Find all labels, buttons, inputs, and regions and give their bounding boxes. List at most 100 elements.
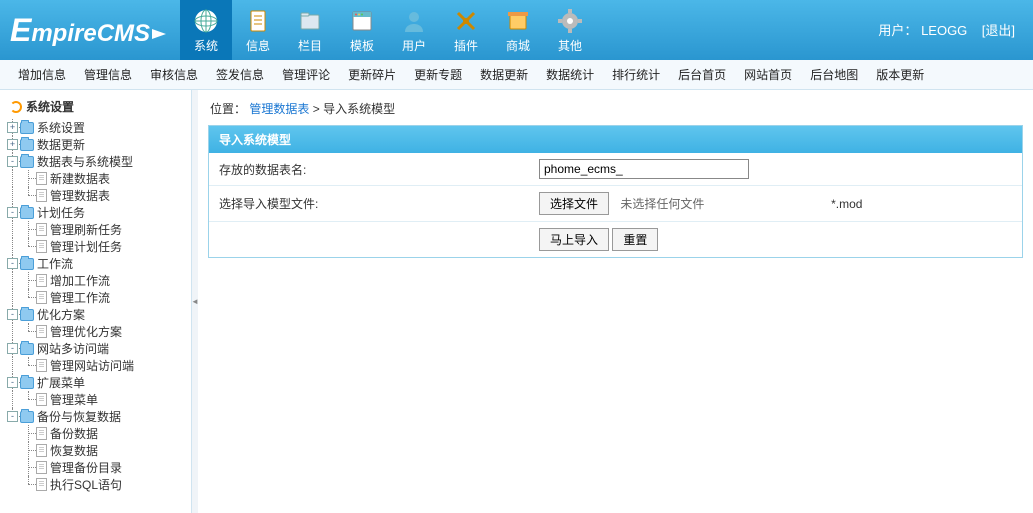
form-panel: 导入系统模型 存放的数据表名: 选择导入模型文件: 选择文件 未选择任何文件: [208, 125, 1023, 258]
subnav-item[interactable]: 数据更新: [480, 66, 528, 83]
breadcrumb-link[interactable]: 管理数据表: [249, 102, 309, 116]
subnav-item[interactable]: 后台地图: [810, 66, 858, 83]
file-icon: [36, 478, 47, 491]
tree-file[interactable]: 管理工作流: [4, 289, 191, 306]
subnav-item[interactable]: 管理评论: [282, 66, 330, 83]
tree-folder[interactable]: -备份与恢复数据: [4, 408, 191, 425]
choose-file-button[interactable]: 选择文件: [539, 192, 609, 215]
tree-file[interactable]: 备份数据: [4, 425, 191, 442]
subnav-item[interactable]: 更新专题: [414, 66, 462, 83]
subnav-item[interactable]: 后台首页: [678, 66, 726, 83]
tree-folder[interactable]: +数据更新: [4, 136, 191, 153]
folder-icon: [296, 7, 324, 35]
subnav-item[interactable]: 更新碎片: [348, 66, 396, 83]
tree-file[interactable]: 管理优化方案: [4, 323, 191, 340]
tree-file[interactable]: 新建数据表: [4, 170, 191, 187]
topbar: EmpireCMS 系统信息栏目模板用户插件商城其他 用户： LEOGG [退出…: [0, 0, 1033, 60]
file-icon: [36, 240, 47, 253]
tree-folder[interactable]: +系统设置: [4, 119, 191, 136]
subnav-item[interactable]: 管理信息: [84, 66, 132, 83]
topnav-plug[interactable]: 插件: [440, 0, 492, 60]
subnav: 增加信息 管理信息 审核信息 签发信息 管理评论 更新碎片 更新专题 数据更新 数据统计 排行统计…: [0, 60, 1033, 90]
table-name-label: 存放的数据表名:: [209, 153, 529, 186]
file-icon: [36, 291, 47, 304]
table-name-input[interactable]: [539, 159, 749, 179]
user-box: 用户： LEOGG [退出]: [878, 20, 1015, 39]
topnav-shop[interactable]: 商城: [492, 0, 544, 60]
folder-icon: [20, 309, 34, 321]
file-icon: [36, 189, 47, 202]
folder-icon: [20, 122, 34, 134]
subnav-item[interactable]: 数据统计: [546, 66, 594, 83]
subnav-item[interactable]: 增加信息: [18, 66, 66, 83]
refresh-icon: [10, 101, 22, 113]
panel-title: 导入系统模型: [209, 126, 1022, 153]
tree-file[interactable]: 管理数据表: [4, 187, 191, 204]
ext-hint: *.mod: [831, 197, 862, 211]
file-icon: [36, 427, 47, 440]
topnav-folder[interactable]: 栏目: [284, 0, 336, 60]
tree-folder[interactable]: -优化方案: [4, 306, 191, 323]
topnav-globe[interactable]: 系统: [180, 0, 232, 60]
tree-file[interactable]: 执行SQL语句: [4, 476, 191, 493]
window-icon: [348, 7, 376, 35]
file-icon: [36, 444, 47, 457]
topnav-user[interactable]: 用户: [388, 0, 440, 60]
tree-file[interactable]: 管理菜单: [4, 391, 191, 408]
sidebar-title: 系统设置: [4, 94, 191, 119]
folder-icon: [20, 139, 34, 151]
tree-folder[interactable]: -网站多访问端: [4, 340, 191, 357]
folder-icon: [20, 207, 34, 219]
tree-file[interactable]: 管理刷新任务: [4, 221, 191, 238]
logo: EmpireCMS: [0, 12, 180, 49]
tree-file[interactable]: 增加工作流: [4, 272, 191, 289]
tree-folder[interactable]: -工作流: [4, 255, 191, 272]
tree-folder[interactable]: -扩展菜单: [4, 374, 191, 391]
gear-icon: [556, 7, 584, 35]
tree-file[interactable]: 恢复数据: [4, 442, 191, 459]
user-name-link[interactable]: LEOGG: [921, 23, 967, 38]
file-icon: [36, 393, 47, 406]
shop-icon: [504, 7, 532, 35]
topnav-gear[interactable]: 其他: [544, 0, 596, 60]
file-icon: [36, 274, 47, 287]
folder-icon: [20, 411, 34, 423]
user-label: 用户：: [878, 23, 917, 38]
breadcrumb-current: 导入系统模型: [323, 102, 395, 116]
subnav-item[interactable]: 签发信息: [216, 66, 264, 83]
no-file-text: 未选择任何文件: [620, 197, 704, 211]
tree-folder[interactable]: -计划任务: [4, 204, 191, 221]
file-icon: [36, 461, 47, 474]
plug-icon: [452, 7, 480, 35]
topnav-doc[interactable]: 信息: [232, 0, 284, 60]
breadcrumb: 位置： 管理数据表 > 导入系统模型: [208, 96, 1023, 125]
tree-file[interactable]: 管理计划任务: [4, 238, 191, 255]
tree-folder[interactable]: -数据表与系统模型: [4, 153, 191, 170]
topnav-window[interactable]: 模板: [336, 0, 388, 60]
tree-file[interactable]: 管理备份目录: [4, 459, 191, 476]
logout-link[interactable]: [退出]: [982, 23, 1015, 38]
tree-file[interactable]: 管理网站访问端: [4, 357, 191, 374]
nav-tree: +系统设置+数据更新-数据表与系统模型新建数据表管理数据表-计划任务管理刷新任务…: [4, 119, 191, 493]
submit-button[interactable]: 马上导入: [539, 228, 609, 251]
reset-button[interactable]: 重置: [612, 228, 658, 251]
splitter[interactable]: [192, 90, 198, 513]
topnav: 系统信息栏目模板用户插件商城其他: [180, 0, 596, 60]
file-icon: [36, 325, 47, 338]
folder-icon: [20, 156, 34, 168]
file-label: 选择导入模型文件:: [209, 186, 529, 222]
content: 位置： 管理数据表 > 导入系统模型 导入系统模型 存放的数据表名: 选择导入模…: [198, 90, 1033, 513]
subnav-item[interactable]: 版本更新: [876, 66, 924, 83]
subnav-item[interactable]: 审核信息: [150, 66, 198, 83]
folder-icon: [20, 258, 34, 270]
subnav-item[interactable]: 网站首页: [744, 66, 792, 83]
folder-icon: [20, 343, 34, 355]
user-icon: [400, 7, 428, 35]
sidebar: 系统设置 +系统设置+数据更新-数据表与系统模型新建数据表管理数据表-计划任务管…: [0, 90, 192, 513]
file-icon: [36, 223, 47, 236]
doc-icon: [244, 7, 272, 35]
file-icon: [36, 359, 47, 372]
globe-icon: [192, 7, 220, 35]
subnav-item[interactable]: 排行统计: [612, 66, 660, 83]
file-icon: [36, 172, 47, 185]
